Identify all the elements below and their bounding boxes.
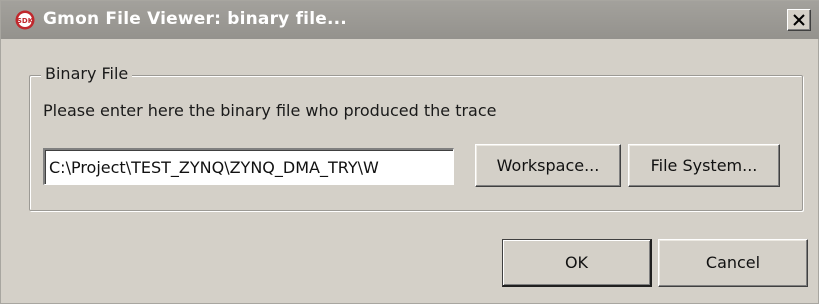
svg-text:SDK: SDK xyxy=(17,17,34,25)
ok-button-label: OK xyxy=(564,253,589,272)
workspace-button-label: Workspace... xyxy=(496,156,600,175)
group-legend: Binary File xyxy=(41,64,133,83)
binary-path-input[interactable] xyxy=(49,155,451,179)
gmon-file-viewer-dialog: SDK Gmon File Viewer: binary file... Bin… xyxy=(0,0,819,304)
instruction-label: Please enter here the binary file who pr… xyxy=(43,101,497,120)
sdk-logo-icon: SDK xyxy=(15,10,35,30)
file-system-button[interactable]: File System... xyxy=(628,144,780,187)
binary-path-field[interactable] xyxy=(43,148,454,185)
cancel-button[interactable]: Cancel xyxy=(658,239,808,287)
window-title: Gmon File Viewer: binary file... xyxy=(43,9,347,29)
file-system-button-label: File System... xyxy=(650,156,758,175)
workspace-button[interactable]: Workspace... xyxy=(475,144,621,187)
binary-file-group xyxy=(29,75,803,211)
ok-button[interactable]: OK xyxy=(502,239,652,287)
cancel-button-label: Cancel xyxy=(705,253,761,272)
close-icon xyxy=(793,14,805,26)
title-bar[interactable]: SDK Gmon File Viewer: binary file... xyxy=(1,1,819,39)
close-button[interactable] xyxy=(787,9,811,31)
